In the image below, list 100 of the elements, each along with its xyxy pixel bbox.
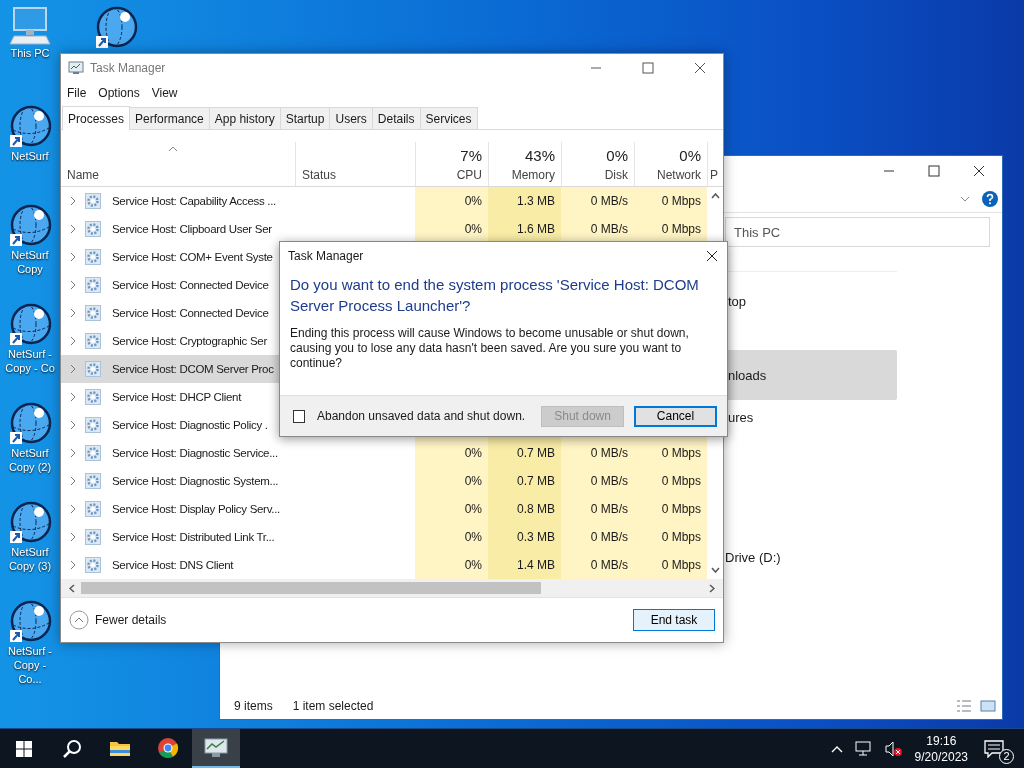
globe-shortcut-icon[interactable]	[8, 303, 52, 347]
clock-time[interactable]: 19:16	[926, 732, 957, 749]
help-icon[interactable]	[982, 191, 998, 207]
process-row[interactable]: Service Host: DNS Client 0% 1.4 MB 0 MB/s 0 Mbps	[61, 551, 707, 579]
column-header[interactable]: P	[707, 142, 723, 186]
process-name: Service Host: Distributed Link Tr...	[112, 531, 275, 543]
menu-item[interactable]: Options	[98, 86, 140, 100]
globe-shortcut-icon[interactable]	[8, 600, 52, 644]
gear-icon	[85, 333, 101, 349]
clock-date[interactable]: 9/20/2023	[914, 748, 968, 765]
network-icon[interactable]	[854, 740, 873, 757]
chevron-right-icon[interactable]	[70, 476, 76, 486]
globe-shortcut-icon[interactable]	[8, 105, 52, 149]
close-icon[interactable]	[973, 165, 985, 177]
column-header[interactable]: 0% Network	[634, 142, 707, 186]
chevron-right-icon[interactable]	[70, 364, 76, 374]
chevron-up-icon[interactable]	[830, 744, 843, 753]
chevron-down-icon[interactable]	[960, 196, 970, 202]
process-row[interactable]: Service Host: Distributed Link Tr... 0% 0.3 MB 0 MB/s 0 Mbps	[61, 523, 707, 551]
end-task-button[interactable]: End task	[633, 609, 715, 631]
chevron-right-icon[interactable]	[70, 196, 76, 206]
chevron-right-icon[interactable]	[70, 420, 76, 430]
tab[interactable]: Users	[329, 107, 373, 129]
globe-shortcut-icon[interactable]	[8, 402, 52, 446]
cancel-button[interactable]: Cancel	[634, 405, 717, 427]
scroll-up-icon[interactable]	[710, 193, 720, 199]
table-cell: 0%	[464, 558, 482, 572]
table-cell: 0%	[464, 530, 482, 544]
column-header[interactable]: 7% CPU	[415, 142, 488, 186]
folder-item[interactable]: ures	[725, 406, 897, 460]
table-cell: 0 MB/s	[590, 474, 628, 488]
gear-icon	[85, 361, 101, 377]
chevron-right-icon[interactable]	[70, 532, 76, 542]
scroll-right-icon[interactable]	[709, 583, 715, 593]
tab[interactable]: App history	[208, 107, 281, 129]
browser-icon	[157, 736, 179, 759]
gear-icon	[85, 249, 101, 265]
maximize-icon[interactable]	[642, 62, 654, 74]
process-row[interactable]: Service Host: Diagnostic Service... 0% 0.7 MB 0 MB/s 0 Mbps	[61, 439, 707, 467]
maximize-icon[interactable]	[928, 165, 940, 177]
gear-icon	[85, 389, 101, 405]
chevron-right-icon[interactable]	[70, 560, 76, 570]
globe-shortcut-icon[interactable]	[8, 204, 52, 248]
tab[interactable]: Startup	[279, 107, 331, 129]
checkbox-label[interactable]: Abandon unsaved data and shut down.	[316, 409, 526, 423]
process-row[interactable]: Service Host: Diagnostic System... 0% 0.7 MB 0 MB/s 0 Mbps	[61, 467, 707, 495]
horizontal-scrollbar[interactable]	[61, 579, 723, 597]
computer-icon[interactable]	[8, 6, 52, 46]
chevron-right-icon[interactable]	[70, 308, 76, 318]
chevron-right-icon[interactable]	[70, 252, 76, 262]
process-row[interactable]: Service Host: Capability Access ... 0% 1.3 MB 0 MB/s 0 Mbps	[61, 187, 707, 215]
table-cell: 0%	[464, 194, 482, 208]
close-icon[interactable]	[694, 62, 706, 74]
gear-icon	[85, 417, 101, 433]
process-name: Service Host: Diagnostic Service...	[112, 447, 278, 459]
process-name: Service Host: DHCP Client	[112, 391, 242, 403]
speaker-muted-icon[interactable]	[884, 740, 903, 757]
table-cell: 0 MB/s	[590, 530, 628, 544]
window-title: Task Manager	[90, 61, 166, 75]
gear-icon	[85, 193, 101, 209]
notification-button[interactable]: 2	[984, 733, 1012, 764]
globe-shortcut-icon[interactable]	[94, 6, 138, 50]
tab[interactable]: Services	[419, 107, 478, 129]
collapse-icon[interactable]	[69, 610, 89, 630]
taskbar-app[interactable]	[192, 729, 240, 768]
column-header[interactable]: Status	[295, 142, 415, 186]
chevron-right-icon[interactable]	[70, 336, 76, 346]
tab[interactable]: Performance	[129, 107, 210, 129]
column-header[interactable]: Name	[61, 142, 295, 186]
menu-item[interactable]: View	[151, 86, 178, 100]
chevron-right-icon[interactable]	[70, 224, 76, 234]
scroll-down-icon[interactable]	[710, 567, 720, 573]
chevron-right-icon[interactable]	[70, 504, 76, 514]
menu-item[interactable]: File	[67, 86, 87, 100]
globe-shortcut-icon[interactable]	[8, 501, 52, 545]
tab[interactable]: Processes	[62, 106, 131, 130]
table-cell: 0%	[464, 502, 482, 516]
address-field[interactable]: This PC	[725, 217, 990, 247]
scrollbar-thumb[interactable]	[81, 582, 541, 594]
drive-item[interactable]: Drive (D:)	[725, 550, 1002, 565]
close-icon[interactable]	[706, 250, 718, 262]
folder-item[interactable]: nloads	[725, 350, 897, 400]
tab[interactable]: Details	[371, 107, 421, 129]
process-name: Service Host: DNS Client	[112, 559, 234, 571]
column-header[interactable]: 0% Disk	[561, 142, 634, 186]
fewer-details-link[interactable]: Fewer details	[95, 613, 167, 627]
table-cell: 0 MB/s	[590, 558, 628, 572]
checkbox[interactable]	[293, 409, 305, 423]
gear-icon	[85, 473, 101, 489]
chevron-right-icon[interactable]	[70, 392, 76, 402]
table-cell: 0 MB/s	[590, 222, 628, 236]
table-cell: 0 Mbps	[661, 194, 701, 208]
chevron-right-icon[interactable]	[70, 448, 76, 458]
folder-item[interactable]: top	[725, 290, 897, 344]
chevron-right-icon[interactable]	[70, 280, 76, 290]
scroll-left-icon[interactable]	[69, 583, 75, 593]
column-header[interactable]: 43% Memory	[488, 142, 561, 186]
process-name: Service Host: DCOM Server Proc	[112, 363, 274, 375]
thumbnail-view-icon[interactable]	[980, 699, 996, 713]
process-row[interactable]: Service Host: Display Policy Serv... 0% 0.8 MB 0 MB/s 0 Mbps	[61, 495, 707, 523]
